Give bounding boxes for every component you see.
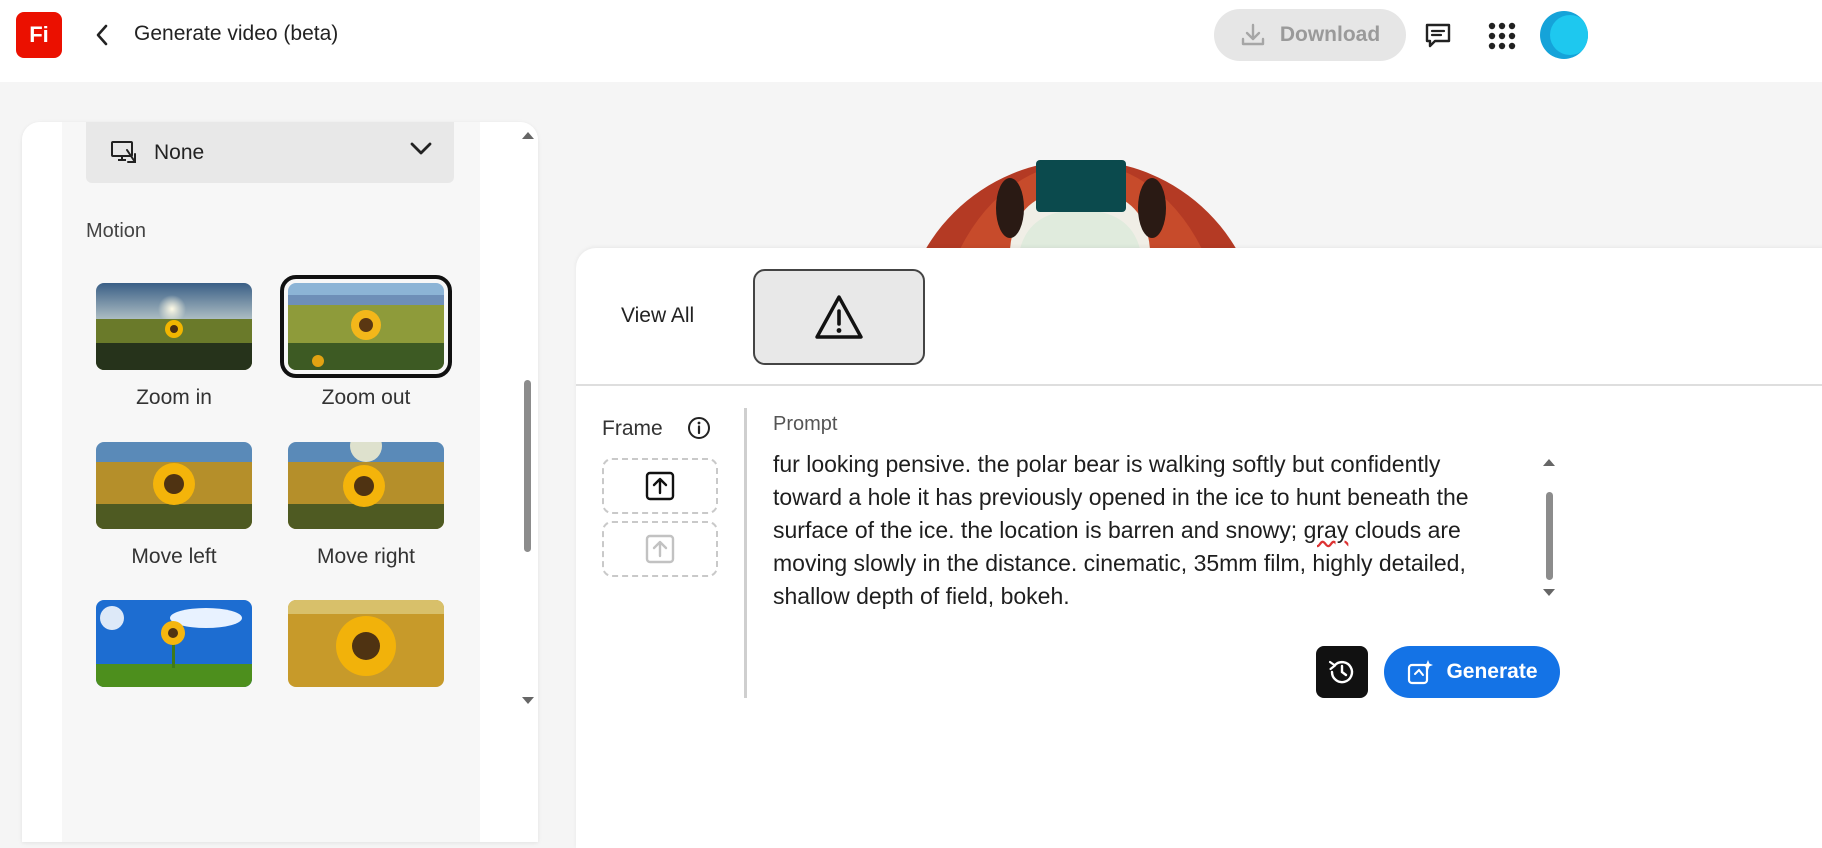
- warning-icon: [815, 295, 863, 339]
- motion-label-zoom-in: Zoom in: [136, 386, 212, 409]
- chevron-left-icon: [96, 24, 108, 46]
- sidebar-scrollbar-thumb[interactable]: [524, 380, 531, 552]
- camera-angle-select[interactable]: None: [86, 122, 454, 183]
- download-icon: [1241, 23, 1265, 46]
- generated-result-card[interactable]: [753, 269, 925, 365]
- panel-divider: [576, 384, 1822, 386]
- sunflower-thumbnail: [288, 600, 444, 687]
- back-button[interactable]: [88, 20, 116, 50]
- sunflower-thumbnail: [96, 442, 252, 529]
- frame-label: Frame: [602, 417, 663, 440]
- upload-icon: [645, 534, 675, 564]
- prompt-panel: View All Frame Prompt fur looking pensiv…: [576, 248, 1822, 848]
- spellcheck-flagged-word[interactable]: gray: [1304, 517, 1349, 543]
- app-logo[interactable]: Fi: [16, 12, 62, 58]
- prompt-history-button[interactable]: [1316, 646, 1368, 698]
- apps-button[interactable]: [1484, 18, 1520, 54]
- settings-panel: None Motion Zoom in Zoom out Move left M…: [22, 122, 538, 842]
- page-title: Generate video (beta): [134, 22, 339, 45]
- panel-gutter: [22, 122, 62, 842]
- motion-option-zoom-out[interactable]: [280, 275, 452, 378]
- motion-option-5[interactable]: [96, 600, 252, 687]
- avatar[interactable]: [1540, 11, 1588, 59]
- generate-sparkle-icon: [1408, 660, 1434, 685]
- prompt-label: Prompt: [773, 413, 838, 435]
- feedback-button[interactable]: [1420, 18, 1456, 54]
- upload-first-frame-button[interactable]: [602, 458, 718, 514]
- sunflower-thumbnail: [288, 442, 444, 529]
- history-icon: [1328, 660, 1354, 684]
- generate-label: Generate: [1446, 660, 1538, 683]
- info-icon[interactable]: [687, 416, 711, 440]
- chevron-down-icon: [410, 142, 432, 155]
- download-label: Download: [1279, 23, 1381, 46]
- motion-option-zoom-in[interactable]: [96, 283, 252, 370]
- motion-option-6[interactable]: [288, 600, 444, 687]
- view-all-link[interactable]: View All: [621, 304, 694, 328]
- motion-label-move-right: Move right: [316, 545, 416, 568]
- video-preview: [900, 160, 1262, 249]
- motion-option-move-right[interactable]: [288, 442, 444, 529]
- generate-button[interactable]: Generate: [1384, 646, 1560, 698]
- scroll-up-arrow-icon[interactable]: [1542, 457, 1556, 467]
- camera-angle-icon: [111, 140, 136, 163]
- sunflower-thumbnail: [288, 283, 444, 370]
- apps-grid-icon: [1488, 22, 1516, 50]
- sunflower-thumbnail: [96, 600, 252, 687]
- prompt-textarea[interactable]: fur looking pensive. the polar bear is w…: [773, 448, 1513, 613]
- top-bar: Fi Generate video (beta) Download: [0, 0, 1822, 82]
- upload-icon: [645, 471, 675, 501]
- prompt-scrollbar-thumb[interactable]: [1546, 492, 1553, 580]
- sunflower-thumbnail: [96, 283, 252, 370]
- motion-heading: Motion: [86, 220, 147, 242]
- frame-prompt-divider: [744, 408, 747, 698]
- upload-last-frame-button[interactable]: [602, 521, 718, 577]
- scroll-up-arrow-icon[interactable]: [521, 130, 535, 140]
- scroll-down-arrow-icon[interactable]: [521, 696, 535, 706]
- camera-angle-value: None: [154, 140, 205, 164]
- download-button[interactable]: Download: [1214, 9, 1406, 61]
- motion-label-move-left: Move left: [131, 545, 217, 568]
- preview-image: [925, 160, 1237, 249]
- motion-label-zoom-out: Zoom out: [321, 386, 411, 409]
- chat-icon: [1425, 23, 1451, 48]
- scroll-down-arrow-icon[interactable]: [1542, 588, 1556, 598]
- motion-option-move-left[interactable]: [96, 442, 252, 529]
